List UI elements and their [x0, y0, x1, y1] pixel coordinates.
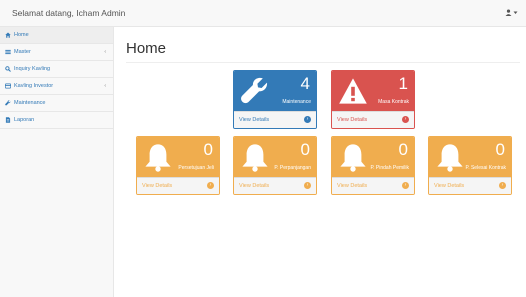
view-details-label: View Details [239, 183, 270, 189]
view-details-link[interactable]: View Details › [429, 177, 511, 194]
view-details-link[interactable]: View Details › [332, 177, 414, 194]
bell-icon [340, 144, 366, 172]
sidebar-item-label: Laporan [14, 117, 35, 123]
user-menu-toggle[interactable] [505, 9, 518, 16]
navbar-brand[interactable]: Selamat datang, Icham Admin [12, 8, 125, 18]
wrench-icon [241, 77, 268, 104]
bell-icon [242, 144, 268, 172]
chevron-left-icon: ‹ [104, 49, 106, 55]
panel-count: 1 [398, 74, 408, 93]
sidebar-item-label: Inquiry Kavling [14, 66, 51, 72]
list-icon [4, 49, 12, 55]
panel-label: P. Pindah Pemilik [370, 165, 409, 171]
arrow-circle-right-icon: › [499, 182, 506, 189]
view-details-link[interactable]: View Details › [332, 111, 414, 128]
caret-down-icon [513, 11, 518, 14]
bell-icon [437, 144, 463, 172]
chevron-left-icon: ‹ [104, 83, 106, 89]
title-divider [126, 62, 520, 63]
sidebar: Home Master ‹ Inquiry Kavling Kavling In… [0, 27, 114, 297]
panel-label: Maintenance [282, 99, 311, 105]
view-details-link[interactable]: View Details › [137, 177, 219, 194]
panel-count: 0 [203, 140, 213, 159]
card-icon [4, 83, 12, 89]
arrow-circle-right-icon: › [402, 182, 409, 189]
panel-label: Persetujuan Jeli [178, 165, 214, 171]
panel-count: 0 [398, 140, 408, 159]
sidebar-item-label: Maintenance [14, 100, 46, 106]
panel-label: P. Perpanjangan [274, 165, 311, 171]
panel-persetujuan: 0 Persetujuan Jeli View Details › [136, 136, 220, 195]
sidebar-item-laporan[interactable]: Laporan [0, 112, 113, 129]
view-details-label: View Details [142, 183, 173, 189]
view-details-link[interactable]: View Details › [234, 177, 316, 194]
sidebar-item-kavling-investor[interactable]: Kavling Investor ‹ [0, 78, 113, 95]
view-details-label: View Details [239, 117, 270, 123]
panel-label: P. Selesai Kontrak [465, 165, 507, 171]
sidebar-item-label: Kavling Investor [14, 83, 54, 89]
panel-count: 4 [300, 74, 310, 93]
sidebar-item-label: Master [14, 49, 31, 55]
search-icon [4, 66, 12, 72]
sidebar-item-label: Home [14, 32, 29, 38]
arrow-circle-right-icon: › [207, 182, 214, 189]
panel-pindah-pemilik: 0 P. Pindah Pemilik View Details › [331, 136, 415, 195]
sidebar-item-maintenance[interactable]: Maintenance [0, 95, 113, 112]
sidebar-item-inquiry-kavling[interactable]: Inquiry Kavling [0, 61, 113, 78]
arrow-circle-right-icon: › [304, 116, 311, 123]
panel-perpanjangan: 0 P. Perpanjangan View Details › [233, 136, 317, 195]
bell-icon [145, 144, 171, 172]
view-details-link[interactable]: View Details › [234, 111, 316, 128]
warning-icon [339, 78, 367, 104]
view-details-label: View Details [434, 183, 465, 189]
panel-count: 0 [300, 140, 310, 159]
arrow-circle-right-icon: › [402, 116, 409, 123]
view-details-label: View Details [337, 183, 368, 189]
wrench-icon [4, 100, 12, 106]
file-icon [4, 117, 12, 123]
panel-selesai-kontrak: 0 P. Selesai Kontrak View Details › [428, 136, 512, 195]
panel-label: Masa Kontrak [378, 99, 409, 105]
view-details-label: View Details [337, 117, 368, 123]
home-icon [4, 32, 12, 38]
panel-count: 0 [495, 140, 505, 159]
sidebar-item-home[interactable]: Home [0, 27, 113, 44]
user-icon [505, 9, 512, 16]
page-title: Home [126, 40, 167, 57]
arrow-circle-right-icon: › [304, 182, 311, 189]
sidebar-item-master[interactable]: Master ‹ [0, 44, 113, 61]
panel-masa-kontrak: 1 Masa Kontrak View Details › [331, 70, 415, 129]
panel-maintenance: 4 Maintenance View Details › [233, 70, 317, 129]
top-navbar: Selamat datang, Icham Admin [0, 0, 526, 27]
